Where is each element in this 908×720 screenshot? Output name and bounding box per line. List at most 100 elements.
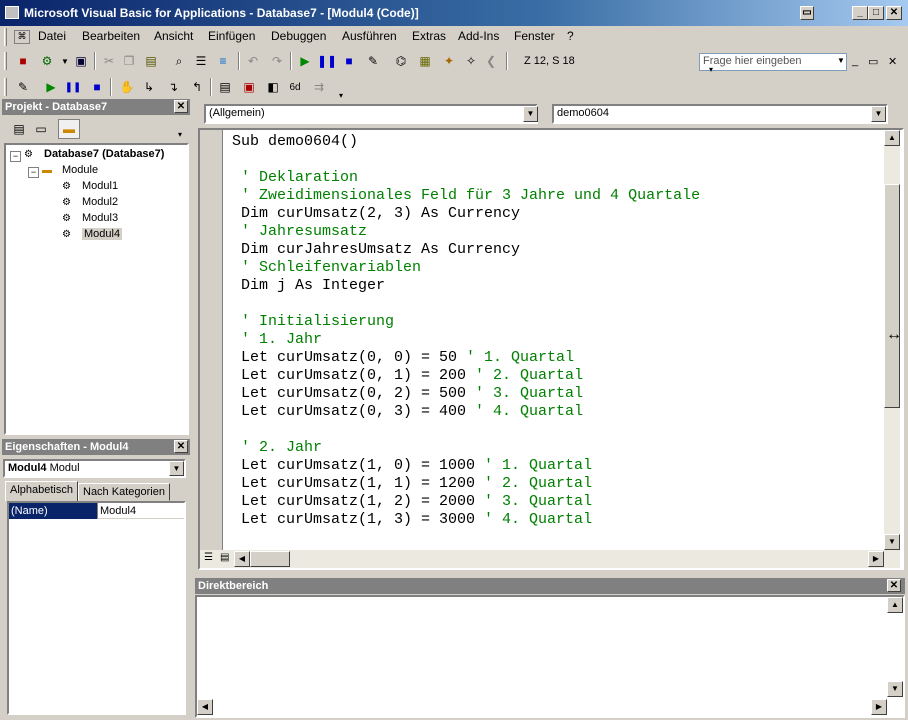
tree-item-modul4[interactable]: Modul4	[82, 228, 123, 240]
toolbar-grip[interactable]	[4, 52, 7, 70]
full-module-view-icon[interactable]: ▤	[220, 552, 229, 563]
run-icon[interactable]: ▶	[42, 78, 60, 96]
vba-app-icon[interactable]	[5, 6, 19, 19]
minimize-button[interactable]: _	[852, 6, 868, 20]
find-icon[interactable]: ⌕	[170, 52, 188, 70]
cut-icon[interactable]: ✂	[100, 52, 118, 70]
code-line[interactable]: Let curUmsatz(0, 1) = 200 ' 2. Quartal	[232, 367, 583, 385]
menu-addins[interactable]: Add-Ins	[458, 29, 499, 43]
stop-icon[interactable]: ■	[88, 78, 106, 96]
horizontal-scrollbar[interactable]: ☰ ▤ ◀ ▶	[200, 550, 900, 568]
code-line[interactable]: ' 1. Jahr	[232, 331, 322, 349]
project-explorer-icon[interactable]: ⌬	[392, 52, 410, 70]
scroll-down-icon[interactable]: ▼	[887, 681, 903, 697]
vba-menu-icon[interactable]: ⌘	[14, 30, 30, 44]
code-line[interactable]: Dim j As Integer	[232, 277, 385, 295]
toggle-breakpoint-icon[interactable]: ✋	[118, 78, 136, 96]
pause-icon[interactable]: ❚❚	[317, 52, 337, 70]
view-object-icon[interactable]: ▭	[32, 120, 50, 138]
code-line[interactable]: Let curUmsatz(1, 3) = 3000 ' 4. Quartal	[232, 511, 592, 529]
locals-window-icon[interactable]: ▤	[216, 78, 234, 96]
code-editor[interactable]: Sub demo0604() ' Deklaration ' Zweidimen…	[198, 128, 904, 570]
design-icon[interactable]: ✎	[14, 78, 32, 96]
step-into-icon[interactable]: ↳	[140, 78, 158, 96]
menu-ausfuehren[interactable]: Ausführen	[342, 29, 397, 43]
menu-grip[interactable]	[4, 28, 7, 46]
design-mode-icon[interactable]: ✎	[364, 52, 382, 70]
copy-icon[interactable]: ❐	[120, 52, 138, 70]
menu-ansicht[interactable]: Ansicht	[154, 29, 193, 43]
chevron-down-icon[interactable]: ▼	[169, 461, 184, 476]
vertical-scroll-thumb[interactable]	[884, 184, 900, 408]
undo-icon[interactable]: ↶	[244, 52, 262, 70]
insert-userform-icon[interactable]: ⚙	[38, 52, 56, 70]
menu-extras[interactable]: Extras	[412, 29, 446, 43]
step-over-icon[interactable]: ↴	[164, 78, 182, 96]
menu-debuggen[interactable]: Debuggen	[271, 29, 326, 43]
menu-bearbeiten[interactable]: Bearbeiten	[82, 29, 140, 43]
view-code-icon[interactable]: ▤	[10, 120, 28, 138]
scroll-left-icon[interactable]: ◀	[197, 699, 213, 715]
code-line[interactable]: Let curUmsatz(0, 2) = 500 ' 3. Quartal	[232, 385, 583, 403]
panel-options-icon[interactable]: ▾	[178, 130, 182, 139]
menu-einfuegen[interactable]: Einfügen	[208, 29, 255, 43]
tab-alphabetisch[interactable]: Alphabetisch	[5, 481, 78, 501]
run-icon[interactable]: ▶	[296, 52, 314, 70]
mdi-close-icon[interactable]: ✕	[888, 55, 897, 68]
collapse-icon[interactable]: −	[10, 151, 21, 162]
code-line[interactable]: Let curUmsatz(1, 1) = 1200 ' 2. Quartal	[232, 475, 592, 493]
procedure-view-icon[interactable]: ☰	[204, 552, 213, 563]
code-line[interactable]: Let curUmsatz(1, 0) = 1000 ' 1. Quartal	[232, 457, 592, 475]
code-line[interactable]: ' Jahresumsatz	[232, 223, 367, 241]
procedure-select[interactable]: demo0604	[552, 104, 888, 124]
outdent-icon[interactable]: ≡	[214, 52, 232, 70]
margin-indicator-bar[interactable]	[200, 130, 223, 550]
code-text-area[interactable]: Sub demo0604() ' Deklaration ' Zweidimen…	[232, 133, 882, 543]
code-line[interactable]: ' 2. Jahr	[232, 439, 322, 457]
toolbar-grip[interactable]	[4, 78, 7, 96]
quick-watch-icon[interactable]: 6d	[286, 78, 304, 96]
immediate-window-icon[interactable]: ▣	[240, 78, 258, 96]
immediate-window[interactable]: ▲ ▼ ◀ ▶	[195, 595, 905, 718]
menu-fenster[interactable]: Fenster	[514, 29, 555, 43]
object-browser-icon[interactable]: ✦	[440, 52, 458, 70]
code-line[interactable]: ' Zweidimensionales Feld für 3 Jahre und…	[232, 187, 700, 205]
step-out-icon[interactable]: ↰	[188, 78, 206, 96]
toggle-folders-icon[interactable]: ▬	[58, 119, 80, 139]
code-line[interactable]: Let curUmsatz(1, 2) = 2000 ' 3. Quartal	[232, 493, 592, 511]
scroll-down-icon[interactable]: ▼	[884, 534, 900, 550]
restore-icon[interactable]: ▭	[800, 6, 814, 20]
properties-window-icon[interactable]: ▦	[416, 52, 434, 70]
code-line[interactable]: ' Initialisierung	[232, 313, 394, 331]
view-access-icon[interactable]: ■	[14, 52, 32, 70]
toolbox-icon[interactable]: ✧	[462, 52, 480, 70]
call-stack-icon[interactable]: ⇉	[310, 78, 328, 96]
paste-icon[interactable]: ▤	[142, 52, 160, 70]
property-value[interactable]: Modul4	[97, 503, 184, 519]
mdi-minimize-icon[interactable]: _	[852, 55, 858, 67]
help-search-input[interactable]: Frage hier eingeben	[699, 53, 847, 71]
object-select[interactable]: (Allgemein)	[204, 104, 538, 124]
pause-icon[interactable]: ❚❚	[64, 78, 82, 96]
back-icon[interactable]: ❮	[482, 52, 500, 70]
properties-panel-close-button[interactable]: ✕	[174, 440, 188, 453]
tree-item-folder[interactable]: Module	[62, 164, 98, 176]
redo-icon[interactable]: ↷	[268, 52, 286, 70]
scroll-up-icon[interactable]: ▲	[887, 597, 903, 613]
save-icon[interactable]: ▣	[72, 52, 90, 70]
code-line[interactable]: ' Schleifenvariablen	[232, 259, 421, 277]
chevron-down-icon[interactable]: ▼	[523, 106, 538, 122]
tab-nach-kategorien[interactable]: Nach Kategorien	[78, 483, 170, 501]
tree-item-modul3[interactable]: Modul3	[82, 212, 118, 224]
code-line[interactable]: Sub demo0604()	[232, 133, 358, 151]
collapse-icon[interactable]: −	[28, 167, 39, 178]
tree-item-modul2[interactable]: Modul2	[82, 196, 118, 208]
code-line[interactable]: Dim curUmsatz(2, 3) As Currency	[232, 205, 520, 223]
stop-icon[interactable]: ■	[340, 52, 358, 70]
indent-icon[interactable]: ☰	[192, 52, 210, 70]
watch-window-icon[interactable]: ◧	[264, 78, 282, 96]
scroll-up-icon[interactable]: ▲	[884, 130, 900, 146]
project-panel-close-button[interactable]: ✕	[174, 100, 188, 113]
code-line[interactable]: Dim curJahresUmsatz As Currency	[232, 241, 520, 259]
close-button[interactable]: ✕	[886, 6, 902, 20]
